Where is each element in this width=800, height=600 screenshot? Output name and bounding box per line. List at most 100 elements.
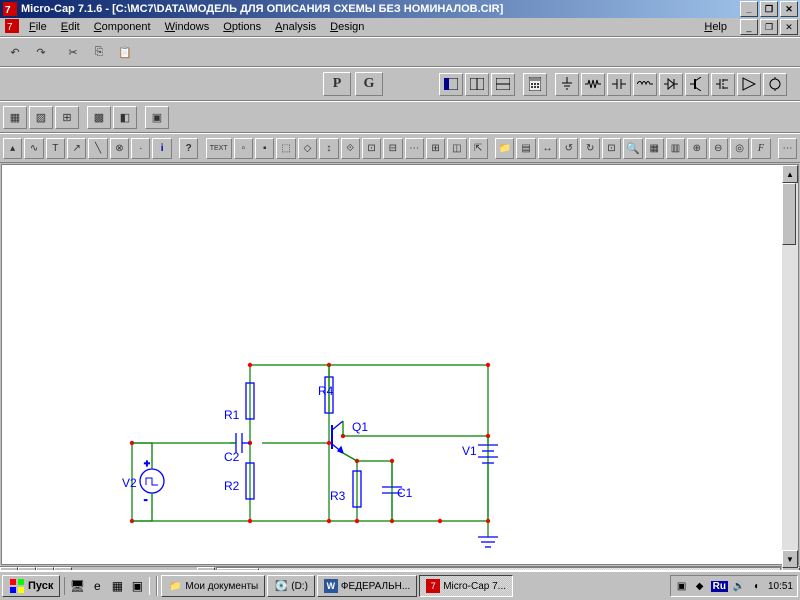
start-button[interactable]: Пуск	[2, 575, 60, 597]
scroll-up-button[interactable]: ▲	[782, 165, 798, 183]
extra6-button[interactable]: ▣	[145, 106, 169, 129]
ground-icon[interactable]	[555, 73, 579, 96]
line-icon[interactable]: ↗	[67, 138, 86, 159]
tool-n[interactable]: ⊡	[602, 138, 621, 159]
clock[interactable]: 10:51	[768, 581, 793, 592]
extra3-button[interactable]: ⊞	[55, 106, 79, 129]
task-drive-d[interactable]: 💽(D:)	[267, 575, 315, 597]
tool-h[interactable]: ⊟	[383, 138, 402, 159]
ql-app1-icon[interactable]: ▦	[108, 577, 126, 595]
panel3-button[interactable]	[491, 73, 515, 96]
menu-design[interactable]: Design	[323, 20, 371, 34]
ql-app2-icon[interactable]: ▣	[128, 577, 146, 595]
menu-options[interactable]: Options	[216, 20, 268, 34]
tray-icon-1[interactable]: ▣	[675, 579, 689, 593]
ql-desktop-icon[interactable]: 🖥	[68, 577, 86, 595]
tool-b[interactable]: ▪	[255, 138, 274, 159]
tray-icon-3[interactable]: ◐	[750, 579, 764, 593]
task-word[interactable]: WФЕДЕРАЛЬН...	[317, 575, 417, 597]
svg-text:7: 7	[7, 22, 13, 33]
tool-f[interactable]: ⟐	[341, 138, 360, 159]
capacitor-icon[interactable]	[607, 73, 631, 96]
more-icon[interactable]: ⋯	[778, 138, 797, 159]
flag-icon[interactable]: ·	[131, 138, 150, 159]
tool-m[interactable]: ↔	[538, 138, 557, 159]
diag-icon[interactable]: ╲	[88, 138, 107, 159]
source-icon[interactable]	[763, 73, 787, 96]
redo-button[interactable]: ↷	[29, 41, 53, 64]
tool-j[interactable]: ◫	[447, 138, 466, 159]
menu-windows[interactable]: Windows	[158, 20, 217, 34]
menu-edit[interactable]: Edit	[54, 20, 87, 34]
mdi-minimize-button[interactable]: _	[740, 19, 758, 35]
tool-e[interactable]: ↕	[319, 138, 338, 159]
paste-button[interactable]: 📋	[113, 41, 137, 64]
extra4-button[interactable]: ▩	[87, 106, 111, 129]
menu-component[interactable]: Component	[87, 20, 158, 34]
p-button[interactable]: P	[323, 72, 351, 96]
extra5-button[interactable]: ◧	[113, 106, 137, 129]
menu-help[interactable]: Help	[697, 20, 734, 34]
menu-file[interactable]: FFileile	[22, 20, 54, 34]
grid-icon[interactable]: ⊞	[426, 138, 445, 159]
maximize-button[interactable]: ❐	[760, 1, 778, 17]
toolbar-mode: P G	[0, 67, 800, 101]
panel2-button[interactable]	[465, 73, 489, 96]
close-button[interactable]: ✕	[780, 1, 798, 17]
tray-icon-2[interactable]: ◆	[693, 579, 707, 593]
menu-analysis[interactable]: Analysis	[268, 20, 323, 34]
ql-ie-icon[interactable]: е	[88, 577, 106, 595]
tool-i[interactable]: ⋯	[405, 138, 424, 159]
diode-icon[interactable]	[659, 73, 683, 96]
extra2-button[interactable]: ▨	[29, 106, 53, 129]
mdi-restore-button[interactable]: ❐	[760, 19, 778, 35]
tool-d[interactable]: ◇	[298, 138, 317, 159]
rotate-ccw-icon[interactable]: ↺	[559, 138, 578, 159]
g-button[interactable]: G	[355, 72, 383, 96]
opamp-icon[interactable]	[737, 73, 761, 96]
panel1-button[interactable]	[439, 73, 463, 96]
tool-l[interactable]: ▤	[516, 138, 535, 159]
tool-k[interactable]: ⇱	[469, 138, 488, 159]
task-mydocs[interactable]: 📁Мои документы	[161, 575, 265, 597]
help-icon[interactable]: ?	[179, 138, 198, 159]
rotate-cw-icon[interactable]: ↻	[580, 138, 599, 159]
tool-o[interactable]: ▦	[645, 138, 664, 159]
language-indicator[interactable]: Ru	[711, 581, 728, 592]
tool-q[interactable]: ◎	[730, 138, 749, 159]
tool-c[interactable]: ⬚	[276, 138, 295, 159]
inductor-icon[interactable]	[633, 73, 657, 96]
info-icon[interactable]: i	[152, 138, 171, 159]
minimize-button[interactable]: _	[740, 1, 758, 17]
tool-g[interactable]: ⊡	[362, 138, 381, 159]
vscroll-thumb[interactable]	[782, 183, 796, 245]
zoom-out-icon[interactable]: ⊖	[709, 138, 728, 159]
folder-icon[interactable]: 📁	[495, 138, 514, 159]
mosfet-icon[interactable]	[711, 73, 735, 96]
bus-icon[interactable]: ⊗	[110, 138, 129, 159]
mdi-icon[interactable]: 7	[2, 19, 22, 36]
calc-button[interactable]	[523, 73, 547, 96]
find-icon[interactable]: 🔍	[623, 138, 642, 159]
tray-volume-icon[interactable]: 🔊	[732, 579, 746, 593]
label-v1: V1	[462, 444, 477, 458]
undo-button[interactable]: ↶	[3, 41, 27, 64]
scroll-down-button[interactable]: ▼	[782, 550, 798, 568]
mdi-close-button[interactable]: ✕	[780, 19, 798, 35]
zoom-in-icon[interactable]: ⊕	[687, 138, 706, 159]
schematic-canvas[interactable]: + - R1 R2 R3 R4 C1 C2 Q1 V1 V2 ▲ ▼	[1, 164, 799, 565]
wire-icon[interactable]: ∿	[24, 138, 43, 159]
textlabel-button[interactable]: TEXT	[206, 138, 232, 159]
extra1-button[interactable]: ▦	[3, 106, 27, 129]
resistor-icon[interactable]	[581, 73, 605, 96]
transistor-icon[interactable]	[685, 73, 709, 96]
copy-button[interactable]: ⎘	[87, 41, 111, 64]
tool-a[interactable]: ▫	[234, 138, 253, 159]
cut-button[interactable]: ✂	[61, 41, 85, 64]
text-tool-icon[interactable]: T	[46, 138, 65, 159]
select-icon[interactable]: ▴	[3, 138, 22, 159]
tool-p[interactable]: ▥	[666, 138, 685, 159]
vertical-scrollbar[interactable]: ▲ ▼	[782, 165, 798, 564]
task-microcap[interactable]: 7Micro-Cap 7...	[419, 575, 513, 597]
font-icon[interactable]: F	[751, 138, 770, 159]
